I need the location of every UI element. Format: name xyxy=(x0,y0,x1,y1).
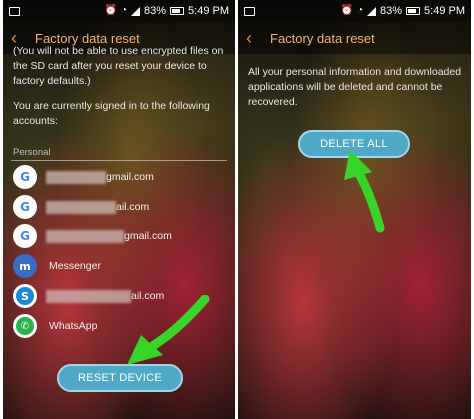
back-arrow-icon[interactable]: ‹ xyxy=(246,29,266,47)
left-screen: ⏰ ◔ 83% 5:49 PM ‹ Factory data reset (Yo… xyxy=(3,0,235,419)
messenger-icon: m xyxy=(13,254,37,278)
account-label: ail.com xyxy=(116,201,150,213)
app-bar: ‹ Factory data reset xyxy=(238,22,471,54)
account-label: WhatsApp xyxy=(49,320,98,332)
signal-icon xyxy=(131,6,140,16)
account-label: Messenger xyxy=(49,260,101,272)
battery-icon xyxy=(170,7,185,15)
skype-icon: S xyxy=(13,284,37,308)
clock: 5:49 PM xyxy=(188,5,229,17)
battery-icon xyxy=(406,7,421,15)
account-row[interactable]: m Messenger xyxy=(13,253,101,279)
blurred-email xyxy=(46,289,131,303)
account-label: gmail.com xyxy=(106,171,154,183)
battery-percent: 83% xyxy=(380,5,403,17)
wifi-icon: ◔ xyxy=(120,5,127,16)
clock: 5:49 PM xyxy=(424,5,465,17)
account-row[interactable]: G gmail.com xyxy=(13,164,154,190)
warning-message: All your personal information and downlo… xyxy=(248,66,462,108)
encryption-note: (You will not be able to use encrypted f… xyxy=(13,45,224,87)
alarm-icon: ⏰ xyxy=(104,5,117,16)
battery-percent: 83% xyxy=(144,5,167,17)
section-personal: Personal xyxy=(13,147,51,158)
green-arrow-icon xyxy=(344,150,385,233)
signal-icon xyxy=(367,6,376,16)
image-icon xyxy=(9,6,20,16)
wifi-icon: ◔ xyxy=(356,5,363,16)
green-arrow-icon xyxy=(127,295,210,365)
right-screen: ⏰ ◔ 83% 5:49 PM ‹ Factory data reset All… xyxy=(238,0,471,419)
alarm-icon: ⏰ xyxy=(340,5,353,16)
google-icon: G xyxy=(13,165,37,189)
whatsapp-icon: ✆ xyxy=(13,314,37,338)
section-divider xyxy=(11,160,227,161)
account-label: gmail.com xyxy=(124,230,172,242)
account-row[interactable]: ✆ WhatsApp xyxy=(13,313,97,339)
image-icon xyxy=(244,6,255,16)
page-title: Factory data reset xyxy=(270,30,375,46)
google-icon: G xyxy=(13,224,37,248)
blurred-email xyxy=(46,229,124,243)
signed-in-text: You are currently signed in to the follo… xyxy=(13,100,210,127)
status-bar: ⏰ ◔ 83% 5:49 PM xyxy=(238,0,471,22)
status-bar: ⏰ ◔ 83% 5:49 PM xyxy=(3,0,235,22)
google-icon: G xyxy=(13,195,37,219)
account-row[interactable]: G gmail.com xyxy=(13,223,172,249)
blurred-email xyxy=(46,200,116,214)
account-row[interactable]: G ail.com xyxy=(13,194,149,220)
blurred-email xyxy=(46,170,106,184)
